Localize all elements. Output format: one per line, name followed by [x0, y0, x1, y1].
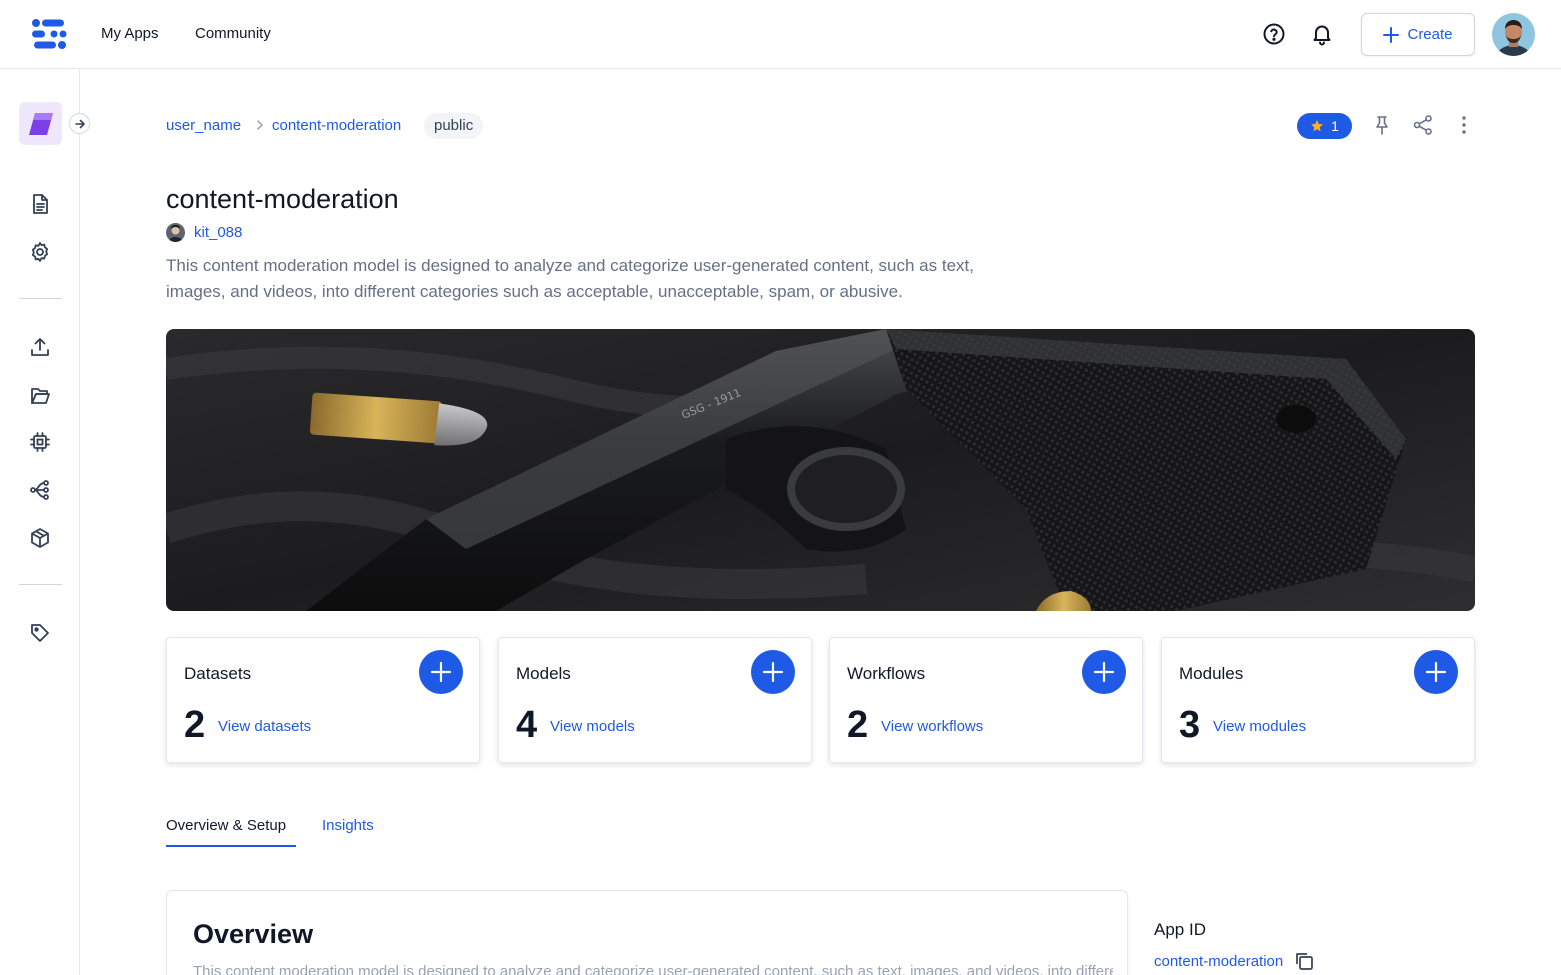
active-tab-indicator [166, 845, 296, 847]
nav-my-apps[interactable]: My Apps [101, 25, 159, 42]
page-title: content-moderation [166, 184, 399, 214]
overview-title: Overview [193, 919, 314, 949]
models-count: 4 [516, 704, 538, 746]
workflows-count: 2 [847, 704, 869, 746]
pin-icon[interactable] [1371, 114, 1393, 136]
app-id-value: content-moderation [1154, 952, 1284, 970]
owner-avatar [166, 223, 185, 242]
view-modules-link[interactable]: View modules [1213, 718, 1306, 735]
user-avatar[interactable] [1492, 13, 1535, 56]
workflow-icon[interactable] [29, 479, 51, 501]
models-card: Models 4 View models [498, 637, 812, 763]
overview-panel: Overview This content moderation model i… [166, 890, 1128, 975]
tab-insights[interactable]: Insights [322, 817, 374, 834]
plus-icon [1093, 661, 1115, 683]
top-bar: My Apps Community Create [0, 0, 1561, 69]
plus-icon [1383, 26, 1400, 43]
add-workflow-button[interactable] [1082, 650, 1126, 694]
visibility-badge: public [424, 113, 484, 139]
tab-overview-setup[interactable]: Overview & Setup [166, 817, 286, 834]
more-options-icon[interactable] [1453, 114, 1475, 136]
view-models-link[interactable]: View models [550, 718, 635, 735]
folder-icon[interactable] [29, 384, 51, 406]
bell-icon[interactable] [1310, 22, 1334, 46]
app-id-row: content-moderation [1154, 950, 1315, 972]
sidebar-divider [19, 584, 62, 585]
add-model-button[interactable] [751, 650, 795, 694]
arrow-right-icon [74, 119, 85, 128]
datasets-count: 2 [184, 704, 206, 746]
owner-link[interactable]: kit_088 [194, 224, 242, 241]
app-description: This content moderation model is designe… [166, 256, 974, 301]
module-box-icon[interactable] [29, 527, 51, 549]
app-badge[interactable] [19, 102, 62, 145]
settings-gear-icon[interactable] [29, 241, 51, 263]
star-button[interactable]: 1 [1297, 113, 1352, 139]
copy-icon[interactable] [1293, 950, 1315, 972]
breadcrumb-user[interactable]: user_name [166, 117, 241, 134]
nav-community[interactable]: Community [195, 25, 271, 42]
overview-text: This content moderation model is designe… [193, 963, 1113, 975]
card-title: Modules [1179, 664, 1244, 683]
datasets-card: Datasets 2 View datasets [166, 637, 480, 763]
breadcrumb-app[interactable]: content-moderation [272, 117, 401, 134]
card-title: Workflows [847, 664, 926, 683]
create-button[interactable]: Create [1361, 13, 1475, 56]
workflows-card: Workflows 2 View workflows [829, 637, 1143, 763]
sidebar-divider [19, 298, 62, 299]
card-title: Datasets [184, 664, 252, 683]
create-label: Create [1407, 26, 1453, 43]
app-id-label: App ID [1154, 920, 1206, 939]
plus-icon [762, 661, 784, 683]
sidebar-expand-button[interactable] [69, 113, 90, 134]
owner-row: kit_088 [166, 223, 242, 242]
plus-icon [1425, 661, 1447, 683]
help-icon[interactable] [1262, 22, 1286, 46]
app-cube-icon [28, 112, 53, 135]
upload-icon[interactable] [29, 336, 51, 358]
share-icon[interactable] [1412, 114, 1434, 136]
star-count: 1 [1331, 118, 1339, 134]
view-datasets-link[interactable]: View datasets [218, 718, 311, 735]
modules-count: 3 [1179, 704, 1201, 746]
add-dataset-button[interactable] [419, 650, 463, 694]
modules-card: Modules 3 View modules [1161, 637, 1475, 763]
document-icon[interactable] [29, 193, 51, 215]
star-icon [1311, 120, 1323, 132]
app-cover-image: GSG - 1911 [166, 329, 1475, 611]
clarifai-logo[interactable] [30, 17, 68, 51]
chip-icon[interactable] [29, 431, 51, 453]
chevron-right-icon [257, 120, 264, 130]
add-module-button[interactable] [1414, 650, 1458, 694]
plus-icon [430, 661, 452, 683]
left-sidebar [0, 69, 90, 975]
card-title: Models [516, 664, 571, 683]
tag-icon[interactable] [29, 622, 51, 644]
view-workflows-link[interactable]: View workflows [881, 718, 983, 735]
